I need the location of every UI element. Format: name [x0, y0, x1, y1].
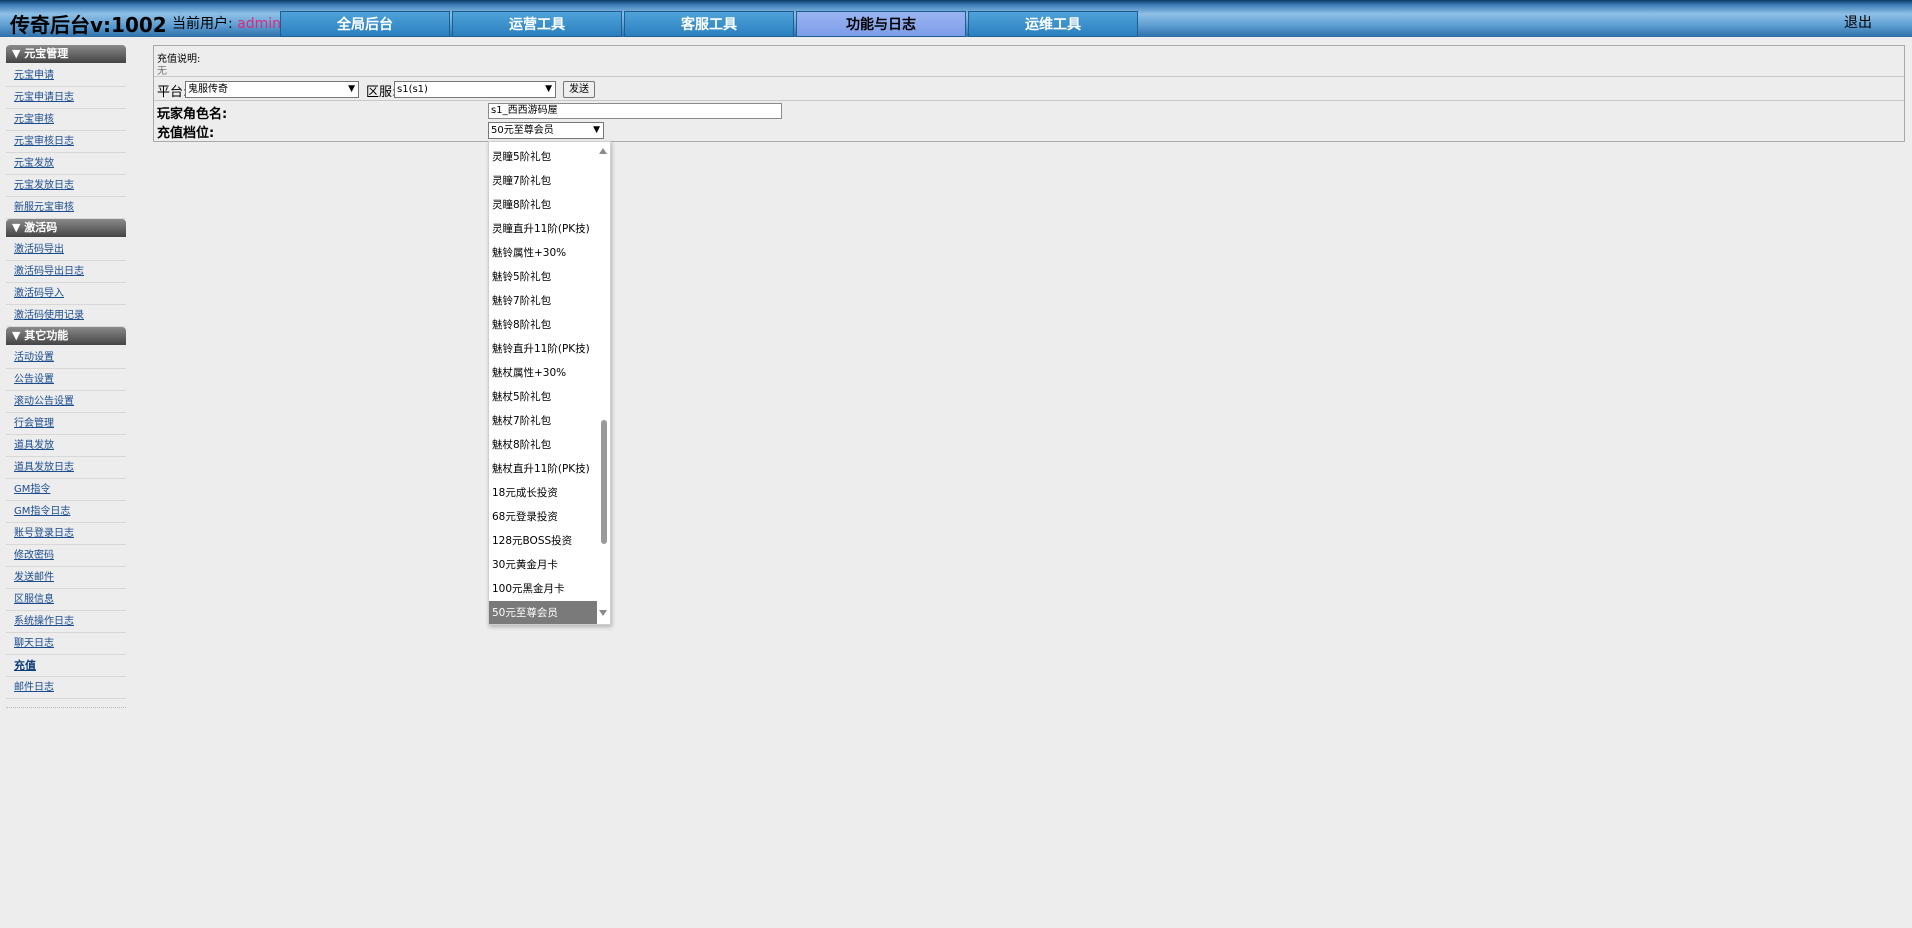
sidebar-item[interactable]: 元宝申请日志	[6, 87, 126, 109]
sidebar-item[interactable]: 修改密码	[6, 545, 126, 567]
nav-tab-global[interactable]: 全局后台	[280, 11, 450, 37]
platform-select[interactable]: 鬼服传奇 ▼	[185, 81, 359, 98]
sidebar-item[interactable]: 系统操作日志	[6, 611, 126, 633]
current-user: 当前用户: admin	[172, 13, 281, 33]
recharge-tier-select-value: 50元至尊会员	[491, 125, 554, 136]
dropdown-option[interactable]: 魅杖5阶礼包	[489, 385, 597, 409]
dropdown-option[interactable]: 128元BOSS投资	[489, 529, 597, 553]
sidebar-section-other[interactable]: ▼ 其它功能	[6, 327, 126, 345]
current-user-name: admin	[237, 16, 282, 32]
dropdown-option[interactable]: 18元成长投资	[489, 481, 597, 505]
sidebar-item[interactable]: 滚动公告设置	[6, 391, 126, 413]
server-label: 区服:	[366, 85, 397, 100]
send-button[interactable]: 发送	[563, 81, 595, 98]
dropdown-option[interactable]: 灵瞳7阶礼包	[489, 169, 597, 193]
sidebar-end-divider	[6, 703, 126, 708]
sidebar-item[interactable]: 元宝审核	[6, 109, 126, 131]
dropdown-option[interactable]: 魅杖7阶礼包	[489, 409, 597, 433]
logout-link[interactable]: 退出	[1844, 12, 1872, 32]
sidebar-item[interactable]: 公告设置	[6, 369, 126, 391]
sidebar-item[interactable]: GM指令	[6, 479, 126, 501]
sidebar-item[interactable]: 元宝审核日志	[6, 131, 126, 153]
role-name-input[interactable]: s1_西西游码屋	[488, 103, 782, 119]
sidebar-item[interactable]: 激活码导出日志	[6, 261, 126, 283]
sidebar: ▼ 元宝管理 元宝申请 元宝申请日志 元宝审核 元宝审核日志 元宝发放 元宝发放…	[6, 45, 126, 708]
sidebar-item[interactable]: 区服信息	[6, 589, 126, 611]
recharge-tier-dropdown-list: 灵瞳5阶礼包 灵瞳7阶礼包 灵瞳8阶礼包 灵瞳直升11阶(PK技) 魅铃属性+3…	[488, 141, 611, 625]
dropdown-option[interactable]: 魅杖直升11阶(PK技)	[489, 457, 597, 481]
sidebar-item-recharge[interactable]: 充值	[6, 655, 126, 677]
sidebar-item[interactable]: 元宝发放	[6, 153, 126, 175]
platform-select-value: 鬼服传奇	[188, 84, 228, 95]
sidebar-item[interactable]: 邮件日志	[6, 677, 126, 699]
sidebar-item[interactable]: 激活码使用记录	[6, 305, 126, 327]
dropdown-options: 灵瞳5阶礼包 灵瞳7阶礼包 灵瞳8阶礼包 灵瞳直升11阶(PK技) 魅铃属性+3…	[489, 145, 597, 624]
dropdown-option[interactable]: 魅铃5阶礼包	[489, 265, 597, 289]
chevron-down-icon: ▼	[348, 84, 355, 94]
dropdown-option[interactable]: 100元黑金月卡	[489, 577, 597, 601]
divider	[154, 100, 1904, 101]
sidebar-item[interactable]: 账号登录日志	[6, 523, 126, 545]
sidebar-item[interactable]: 发送邮件	[6, 567, 126, 589]
recharge-description-value: 无	[157, 66, 167, 77]
platform-label: 平台:	[157, 85, 188, 100]
current-user-label: 当前用户:	[172, 16, 233, 32]
sidebar-section-activation-code[interactable]: ▼ 激活码	[6, 219, 126, 237]
scrollbar-thumb[interactable]	[601, 420, 607, 544]
server-select[interactable]: s1(s1) ▼	[394, 81, 556, 98]
app-logo-title: 传奇后台v:1002	[10, 13, 167, 37]
dropdown-scrollbar[interactable]	[597, 142, 610, 624]
sidebar-item[interactable]: 道具发放	[6, 435, 126, 457]
sidebar-item[interactable]: 聊天日志	[6, 633, 126, 655]
dropdown-option[interactable]: 魅铃直升11阶(PK技)	[489, 337, 597, 361]
dropdown-option[interactable]: 灵瞳8阶礼包	[489, 193, 597, 217]
dropdown-option[interactable]: 30元黄金月卡	[489, 553, 597, 577]
sidebar-item[interactable]: 元宝申请	[6, 65, 126, 87]
dropdown-option[interactable]: 魅杖8阶礼包	[489, 433, 597, 457]
sidebar-item[interactable]: 激活码导入	[6, 283, 126, 305]
dropdown-option[interactable]: 魅铃属性+30%	[489, 241, 597, 265]
sidebar-section-yuanbao[interactable]: ▼ 元宝管理	[6, 45, 126, 63]
nav-tab-customer-service[interactable]: 客服工具	[624, 11, 794, 37]
chevron-down-icon: ▼	[593, 125, 600, 135]
sidebar-item[interactable]: GM指令日志	[6, 501, 126, 523]
sidebar-item[interactable]: 激活码导出	[6, 239, 126, 261]
top-header: 传奇后台v:1002 当前用户: admin 全局后台 运营工具 客服工具 功能…	[0, 0, 1912, 37]
dropdown-option[interactable]: 灵瞳直升11阶(PK技)	[489, 217, 597, 241]
main-nav: 全局后台 运营工具 客服工具 功能与日志 运维工具	[280, 11, 1140, 37]
recharge-form-panel: 充值说明: 无 平台: 鬼服传奇 ▼ 区服: s1(s1) ▼ 发送 玩家角色名…	[153, 45, 1905, 142]
dropdown-option[interactable]: 灵瞳5阶礼包	[489, 145, 597, 169]
chevron-down-icon: ▼	[545, 84, 552, 94]
nav-tab-operations[interactable]: 运营工具	[452, 11, 622, 37]
dropdown-option[interactable]: 魅杖属性+30%	[489, 361, 597, 385]
dropdown-option-selected[interactable]: 50元至尊会员	[489, 601, 597, 624]
server-select-value: s1(s1)	[397, 84, 428, 95]
sidebar-item[interactable]: 元宝发放日志	[6, 175, 126, 197]
sidebar-item[interactable]: 活动设置	[6, 347, 126, 369]
role-name-label: 玩家角色名:	[157, 107, 228, 122]
scroll-up-arrow-icon[interactable]	[599, 148, 607, 154]
dropdown-option[interactable]: 魅铃7阶礼包	[489, 289, 597, 313]
nav-tab-devops[interactable]: 运维工具	[968, 11, 1138, 37]
recharge-tier-label: 充值档位:	[157, 126, 215, 141]
nav-tab-functions-logs[interactable]: 功能与日志	[796, 11, 966, 37]
sidebar-item[interactable]: 行会管理	[6, 413, 126, 435]
dropdown-option[interactable]: 魅铃8阶礼包	[489, 313, 597, 337]
scroll-down-arrow-icon[interactable]	[599, 610, 607, 616]
divider	[154, 76, 1904, 77]
recharge-tier-select[interactable]: 50元至尊会员 ▼	[488, 122, 604, 139]
sidebar-item[interactable]: 道具发放日志	[6, 457, 126, 479]
sidebar-item[interactable]: 新服元宝审核	[6, 197, 126, 219]
dropdown-option[interactable]: 68元登录投资	[489, 505, 597, 529]
